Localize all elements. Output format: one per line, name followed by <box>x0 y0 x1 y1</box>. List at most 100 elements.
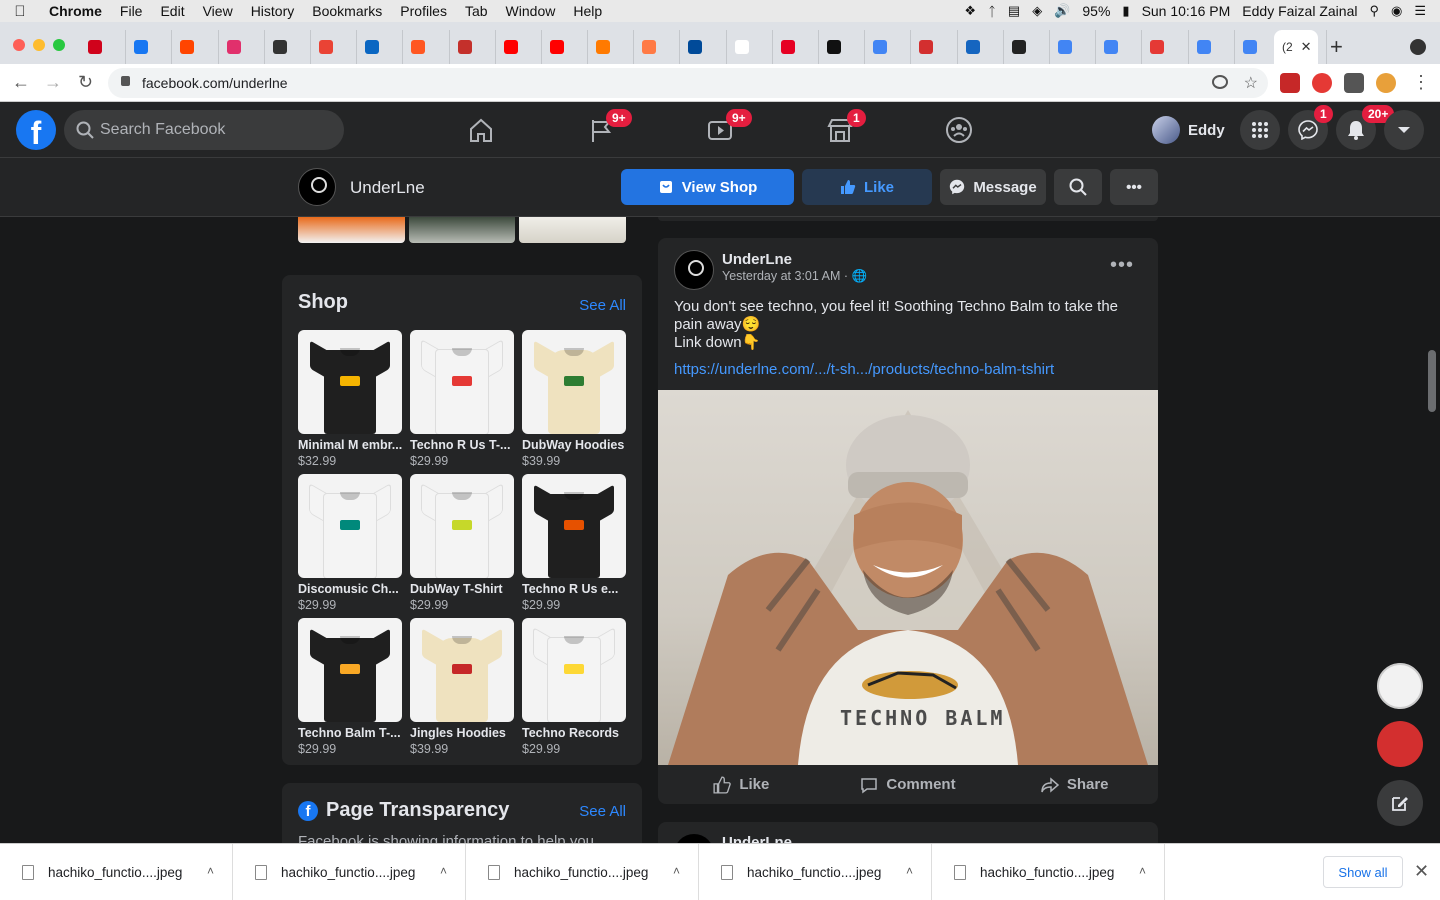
new-message-button[interactable] <box>1377 780 1423 826</box>
menu-tab[interactable]: Tab <box>456 3 497 19</box>
product-name[interactable]: Minimal M embr... <box>298 438 402 452</box>
browser-tab[interactable] <box>219 30 265 64</box>
url-text[interactable]: facebook.com/underlne <box>142 75 288 91</box>
active-tab[interactable]: (2 ✕ <box>1274 30 1318 64</box>
product-image[interactable] <box>410 618 514 722</box>
browser-tab[interactable] <box>865 30 912 64</box>
chevron-up-icon[interactable]: ˄ <box>906 864 913 878</box>
product-name[interactable]: Discomusic Ch... <box>298 582 402 596</box>
spotlight-icon[interactable]: ⚲ <box>1369 3 1379 19</box>
show-all-downloads-button[interactable]: Show all <box>1323 856 1403 888</box>
browser-tab[interactable] <box>819 30 866 64</box>
search-box[interactable] <box>64 110 344 150</box>
browser-tab[interactable] <box>126 30 173 64</box>
browser-tab[interactable] <box>542 30 589 64</box>
vpn-icon[interactable]: ▤ <box>1008 3 1020 19</box>
tab-search-icon[interactable] <box>1410 39 1426 55</box>
post-link[interactable]: https://underlne.com/.../t-sh.../product… <box>674 361 1054 378</box>
product-name[interactable]: Techno R Us T-... <box>410 438 514 452</box>
product-card[interactable]: Techno R Us e... $29.99 <box>522 474 626 612</box>
facebook-logo-icon[interactable]: f <box>16 110 56 150</box>
photo-thumb[interactable] <box>408 217 516 243</box>
close-tab-icon[interactable]: ✕ <box>1301 39 1312 55</box>
post-author-avatar[interactable] <box>674 250 714 290</box>
product-image[interactable] <box>410 474 514 578</box>
browser-tab[interactable] <box>450 30 496 64</box>
forward-icon[interactable]: → <box>44 72 62 93</box>
browser-tab[interactable] <box>634 30 681 64</box>
download-item[interactable]: hachiko_functio....jpeg ˄ <box>932 844 1165 900</box>
battery-icon[interactable]: ▮ <box>1122 3 1129 19</box>
download-item[interactable]: hachiko_functio....jpeg ˄ <box>699 844 932 900</box>
product-card[interactable]: DubWay T-Shirt $29.99 <box>410 474 514 612</box>
bookmark-star-icon[interactable]: ☆ <box>1244 73 1258 93</box>
browser-tab[interactable] <box>680 30 727 64</box>
extension-red-icon[interactable] <box>1280 73 1300 93</box>
page-more-button[interactable]: ••• <box>1110 169 1158 205</box>
menu-bookmarks[interactable]: Bookmarks <box>303 3 391 19</box>
reload-icon[interactable]: ↻ <box>78 72 93 93</box>
zoom-window-button[interactable] <box>53 39 65 51</box>
product-name[interactable]: Techno R Us e... <box>522 582 626 596</box>
close-downloads-icon[interactable]: ✕ <box>1414 861 1429 882</box>
browser-tab[interactable] <box>357 30 404 64</box>
post-author-name[interactable]: UnderLne <box>722 251 792 268</box>
opera-extension-icon[interactable] <box>1312 73 1332 93</box>
like-page-button[interactable]: Like <box>802 169 932 205</box>
product-name[interactable]: DubWay Hoodies <box>522 438 626 452</box>
menu-edit[interactable]: Edit <box>151 3 193 19</box>
browser-tab[interactable] <box>1050 30 1097 64</box>
menu-file[interactable]: File <box>111 3 152 19</box>
apple-icon[interactable]:  <box>0 3 40 20</box>
search-input[interactable] <box>100 110 330 150</box>
tune-protect-icon[interactable] <box>1377 721 1423 767</box>
product-name[interactable]: Techno Records <box>522 726 626 740</box>
chevron-up-icon[interactable]: ˄ <box>440 864 447 878</box>
address-bar[interactable]: facebook.com/underlne ☆ <box>108 68 1268 98</box>
menu-window[interactable]: Window <box>497 3 565 19</box>
post-comment-button[interactable]: Comment <box>825 765 992 804</box>
menu-profiles[interactable]: Profiles <box>391 3 456 19</box>
browser-tab[interactable] <box>911 30 958 64</box>
product-image[interactable] <box>410 330 514 434</box>
browser-tab[interactable] <box>773 30 819 64</box>
page-name[interactable]: UnderLne <box>350 178 425 198</box>
post-timestamp[interactable]: Yesterday at 3:01 AM · <box>722 269 851 283</box>
message-button[interactable]: Message <box>940 169 1046 205</box>
page-scrollbar[interactable] <box>1428 350 1436 412</box>
product-name[interactable]: Techno Balm T-... <box>298 726 402 740</box>
transparency-see-all-link[interactable]: See All <box>579 803 626 820</box>
browser-tab[interactable] <box>588 30 635 64</box>
post-share-button[interactable]: Share <box>991 765 1158 804</box>
close-window-button[interactable] <box>13 39 25 51</box>
browser-tab[interactable] <box>1142 30 1189 64</box>
menu-grid-button[interactable] <box>1240 110 1280 150</box>
product-image[interactable] <box>522 618 626 722</box>
shop-see-all-link[interactable]: See All <box>579 297 626 314</box>
wifi-icon[interactable]: ◈ <box>1032 3 1042 19</box>
download-item[interactable]: hachiko_functio....jpeg ˄ <box>466 844 699 900</box>
browser-tab[interactable] <box>80 30 127 64</box>
product-image[interactable] <box>298 330 402 434</box>
back-icon[interactable]: ← <box>12 72 30 93</box>
page-search-button[interactable] <box>1054 169 1102 205</box>
menu-app[interactable]: Chrome <box>40 3 111 19</box>
product-card[interactable]: Discomusic Ch... $29.99 <box>298 474 402 612</box>
profile-avatar-icon[interactable] <box>1376 73 1396 93</box>
post-like-button[interactable]: Like <box>658 765 825 804</box>
chevron-up-icon[interactable]: ˄ <box>673 864 680 878</box>
account-menu-button[interactable] <box>1384 110 1424 150</box>
menu-history[interactable]: History <box>242 3 304 19</box>
browser-tab[interactable] <box>265 30 311 64</box>
groups-icon[interactable] <box>945 116 973 144</box>
home-icon[interactable] <box>467 116 495 144</box>
product-card[interactable]: Techno Records $29.99 <box>522 618 626 756</box>
browser-tab[interactable] <box>496 30 542 64</box>
browser-tab[interactable] <box>172 30 219 64</box>
browser-tab[interactable] <box>403 30 450 64</box>
product-card[interactable]: Techno Balm T-... $29.99 <box>298 618 402 756</box>
volume-icon[interactable]: 🔊 <box>1054 3 1070 19</box>
product-name[interactable]: DubWay T-Shirt <box>410 582 514 596</box>
tracking-protection-icon[interactable] <box>1212 75 1228 89</box>
browser-tab[interactable] <box>1189 30 1235 64</box>
